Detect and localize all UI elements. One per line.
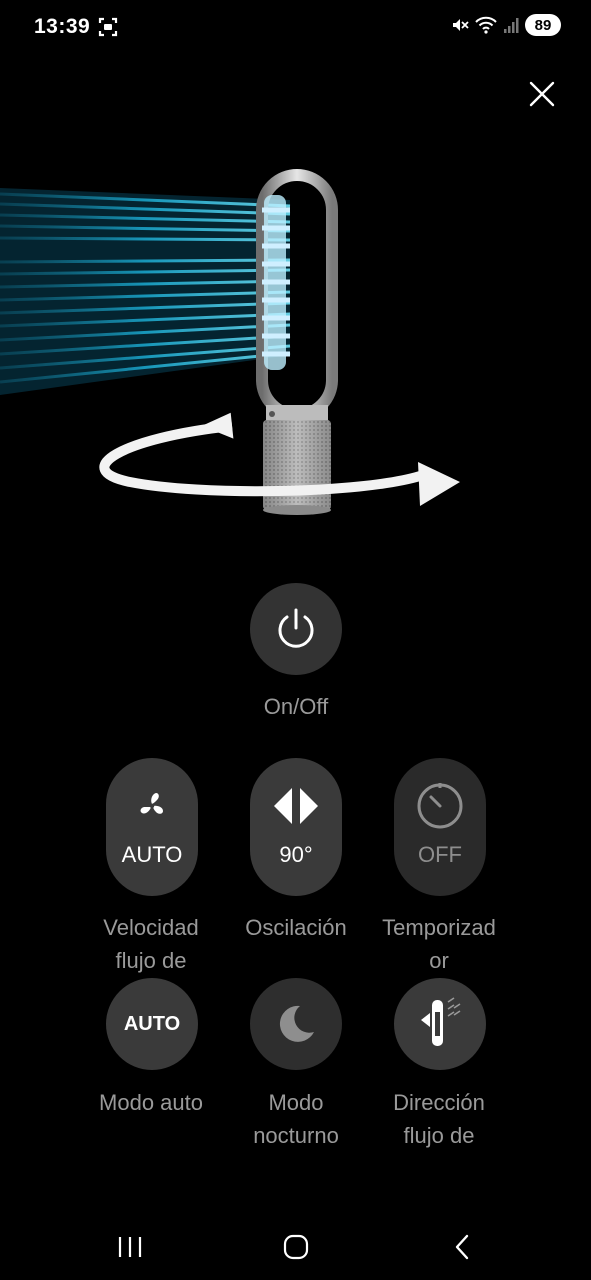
status-bar: 13:39 89 [0,0,591,56]
oscillation-button[interactable]: 90° [250,758,342,896]
airflow-direction-button[interactable] [394,978,486,1070]
oscillation-label-line1: Oscilación [245,915,347,940]
power-icon [278,608,314,648]
home-button[interactable] [276,1227,316,1267]
airflow-stream [0,188,291,395]
back-icon [455,1234,469,1260]
fan-speed-label-line1: Velocidad [103,915,199,940]
close-icon [529,81,555,107]
signal-icon [504,18,519,33]
fan-oscillation-illustration [0,169,460,515]
fan-speed-value: AUTO [121,842,183,867]
fan-speed-button[interactable]: AUTO [106,758,198,896]
recents-button[interactable] [110,1227,150,1267]
navigation-bar [0,1205,591,1280]
home-icon [283,1234,309,1260]
night-mode-label: Modo nocturno [221,1086,371,1152]
timer-label-line2: or [429,948,449,973]
wifi-icon [475,16,497,34]
timer-value: OFF [418,842,462,867]
timer-label: Temporizad or [364,911,514,977]
screenshot-icon [98,17,118,37]
oscillation-icon [274,788,318,824]
auto-mode-label: Modo auto [76,1086,226,1119]
night-mode-label-line2: nocturno [253,1123,339,1148]
timer-icon [417,783,463,829]
oscillation-value: 90° [279,842,313,867]
fan-icon [140,793,163,814]
back-button[interactable] [442,1227,482,1267]
airflow-direction-label-line2: flujo de [403,1123,475,1148]
auto-mode-button[interactable]: AUTO [106,978,198,1070]
airflow-direction-icon [421,997,461,1046]
close-button[interactable] [524,76,560,112]
timer-label-line1: Temporizad [382,915,496,940]
airflow-direction-label: Dirección flujo de [364,1086,514,1152]
fan-speed-label: Velocidad flujo de [76,911,226,977]
power-button[interactable] [250,583,342,675]
airflow-direction-label-line1: Dirección [393,1090,485,1115]
status-time: 13:39 [34,15,91,38]
night-mode-label-line1: Modo [268,1090,324,1115]
recents-icon [118,1237,142,1257]
fan-speed-label-line2: flujo de [115,948,187,973]
power-label: On/Off [263,694,329,719]
auto-icon: AUTO [123,1012,181,1035]
status-icons: 89 [451,14,561,36]
mute-icon [453,19,469,31]
fan-tower [256,169,338,515]
night-mode-button[interactable] [250,978,342,1070]
battery-indicator: 89 [525,14,561,36]
auto-mode-label-line1: Modo auto [99,1090,203,1115]
timer-button[interactable]: OFF [394,758,486,896]
moon-icon [279,1005,314,1042]
oscillation-label: Oscilación [221,911,371,944]
